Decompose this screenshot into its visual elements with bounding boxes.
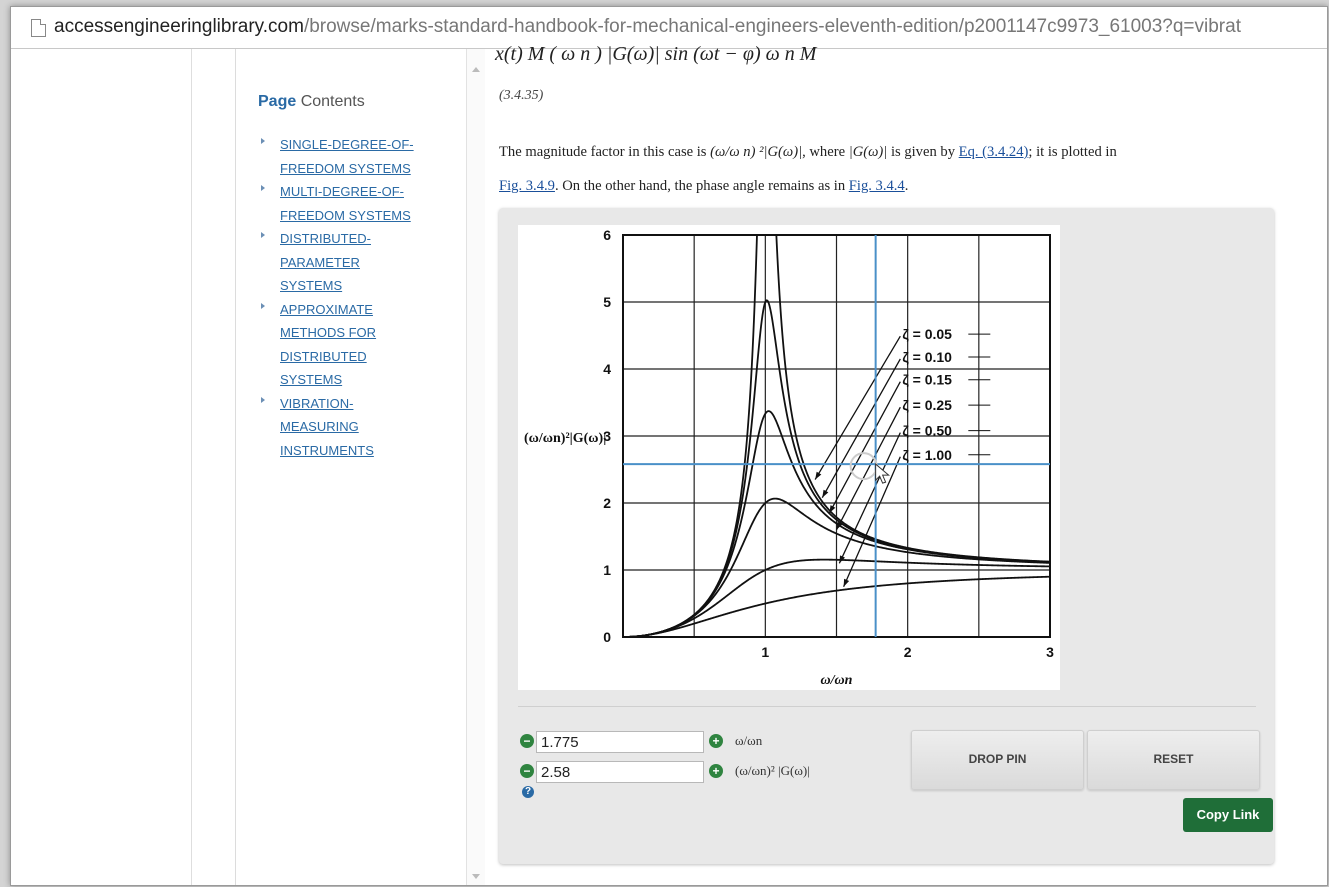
y-increment-button[interactable]: + <box>709 764 723 778</box>
page-contents-title: Page Contents <box>258 93 365 111</box>
toc-list: SINGLE-DEGREE-OF- FREEDOM SYSTEMS MULTI-D… <box>258 133 468 462</box>
main-content: x(t) M ( ω n ) |G(ω)| sin (ωt − φ) ω n M… <box>485 43 1327 885</box>
y-tick-label: 0 <box>603 629 611 645</box>
interactive-graph-widget: 0 1 2 3 4 5 6 1 2 3 ω/ωn (ω/ωn)²|G(ω)| ζ = 0.05 ζ = 0… <box>499 208 1274 864</box>
series-label: ζ = 0.10 <box>902 349 952 365</box>
series-label: ζ = 0.25 <box>902 397 952 413</box>
scroll-down-icon[interactable] <box>472 874 480 879</box>
copy-link-button[interactable]: Copy Link <box>1183 798 1273 832</box>
toc-link-approximate-methods[interactable]: APPROXIMATE METHODS FOR DISTRIBUTED SYSTEMS <box>280 298 468 392</box>
equation-number: (3.4.35) <box>499 88 544 103</box>
toc-item: DISTRIBUTED- PARAMETER SYSTEMS <box>258 227 468 298</box>
y-tick-label: 5 <box>603 294 611 310</box>
paragraph: The magnitude factor in this case is (ω/… <box>499 144 1117 194</box>
x-increment-button[interactable]: + <box>709 734 723 748</box>
x-value-input[interactable] <box>536 731 704 753</box>
sidebar-scrollbar[interactable] <box>466 49 486 885</box>
y-decrement-button[interactable]: − <box>520 764 534 778</box>
y-tick-label: 4 <box>603 361 611 377</box>
link-eq-3-4-24[interactable]: Eq. (3.4.24) <box>959 144 1029 160</box>
x-tick-label: 2 <box>904 644 912 660</box>
annotation-arrow <box>814 335 901 480</box>
y-tick-label: 1 <box>603 562 611 578</box>
x-tick-label: 3 <box>1046 644 1054 660</box>
equation-fragment: x(t) M ( ω n ) |G(ω)| sin (ωt − φ) ω n M <box>495 43 817 65</box>
bullet-arrow-icon <box>261 396 265 403</box>
toc-column <box>192 49 236 885</box>
title-bold: Page <box>258 93 297 110</box>
bullet-arrow-icon <box>261 302 265 309</box>
link-fig-3-4-9[interactable]: Fig. 3.4.9 <box>499 178 555 194</box>
series-label: ζ = 1.00 <box>902 447 952 463</box>
x-decrement-button[interactable]: − <box>520 734 534 748</box>
annotation-arrow <box>835 406 901 531</box>
series-label: ζ = 0.15 <box>902 372 952 388</box>
y-axis-label: (ω/ωn)² |G(ω)| <box>735 763 810 778</box>
y-tick-label: 6 <box>603 227 611 243</box>
divider <box>518 706 1256 707</box>
help-icon[interactable]: ? <box>522 786 534 798</box>
chart-svg[interactable]: 01234561 2 3ω/ωn(ω/ωn)²|G(ω)|ζ = 0.05ζ = 0… <box>518 225 1060 690</box>
toc-item: APPROXIMATE METHODS FOR DISTRIBUTED SYSTEMS <box>258 298 468 392</box>
bullet-arrow-icon <box>261 232 265 238</box>
arrowhead-icon <box>822 489 829 498</box>
toc-link-distributed-parameter[interactable]: DISTRIBUTED- PARAMETER SYSTEMS <box>280 227 468 298</box>
bullet-arrow-icon <box>261 138 265 144</box>
url-path: /browse/marks-standard-handbook-for-mech… <box>303 16 1241 37</box>
x-tick-label: 1 <box>761 644 769 660</box>
series-label: ζ = 0.05 <box>902 326 952 342</box>
toc-item: VIBRATION- MEASURING INSTRUMENTS <box>258 392 468 463</box>
drop-pin-button[interactable]: DROP PIN <box>911 730 1084 790</box>
y-value-input[interactable] <box>536 761 704 783</box>
y-axis-title: (ω/ωn)²|G(ω)| <box>524 431 606 446</box>
scroll-up-icon[interactable] <box>472 67 480 72</box>
toc-item: MULTI-DEGREE-OF- FREEDOM SYSTEMS <box>258 180 468 227</box>
url-text[interactable]: accessengineeringlibrary.com/browse/mark… <box>54 16 1241 38</box>
y-tick-label: 2 <box>603 495 611 511</box>
x-axis-title: ω/ωn <box>821 673 853 688</box>
series-label: ζ = 0.50 <box>902 423 952 439</box>
reset-button[interactable]: RESET <box>1087 730 1260 790</box>
toc-link-multi-degree[interactable]: MULTI-DEGREE-OF- FREEDOM SYSTEMS <box>280 180 468 227</box>
toc-item: SINGLE-DEGREE-OF- FREEDOM SYSTEMS <box>258 133 468 180</box>
chart-area[interactable]: 0 1 2 3 4 5 6 1 2 3 ω/ωn (ω/ωn)²|G(ω)| ζ = 0.05 ζ = 0… <box>518 225 1060 690</box>
browser-window: accessengineeringlibrary.com/browse/mark… <box>10 6 1328 886</box>
arrowhead-icon <box>843 578 850 587</box>
left-margin <box>11 49 192 885</box>
page-icon <box>31 19 46 37</box>
title-rest: Contents <box>296 93 365 110</box>
x-axis-label: ω/ωn <box>735 733 763 748</box>
annotation-arrow <box>828 381 901 514</box>
toc-link-single-degree[interactable]: SINGLE-DEGREE-OF- FREEDOM SYSTEMS <box>280 133 468 180</box>
arrowhead-icon <box>829 505 836 514</box>
link-fig-3-4-4[interactable]: Fig. 3.4.4 <box>849 178 905 194</box>
arrowhead-icon <box>815 471 822 480</box>
toc-link-vibration-measuring[interactable]: VIBRATION- MEASURING INSTRUMENTS <box>280 392 468 463</box>
page-contents-sidebar: Page Contents SINGLE-DEGREE-OF- FREEDOM S… <box>236 49 466 885</box>
url-domain: accessengineeringlibrary.com <box>54 16 304 37</box>
bullet-arrow-icon <box>261 185 265 191</box>
